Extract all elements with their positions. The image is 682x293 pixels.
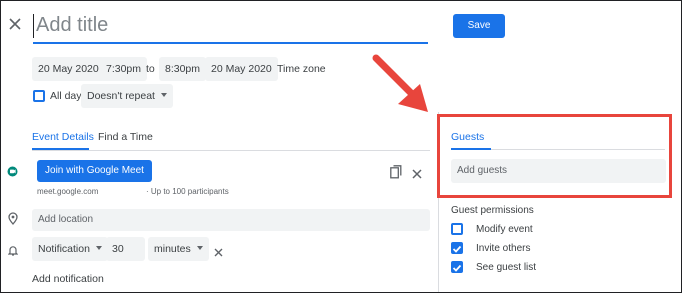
- modify-event-checkbox[interactable]: [451, 223, 463, 235]
- guests-highlight-box: [437, 114, 672, 198]
- end-date-picker[interactable]: 20 May 2020: [205, 57, 278, 81]
- repeat-dropdown[interactable]: Doesn't repeat: [81, 84, 173, 108]
- google-meet-icon: [7, 164, 18, 177]
- guests-tab[interactable]: Guests: [451, 131, 484, 143]
- timezone-link[interactable]: Time zone: [277, 63, 326, 75]
- guest-permissions-title: Guest permissions: [451, 205, 534, 216]
- end-time-picker[interactable]: 8:30pm: [159, 57, 207, 81]
- modify-event-label: Modify event: [476, 224, 533, 235]
- invite-others-checkbox[interactable]: [451, 242, 463, 254]
- tab-event-details[interactable]: Event Details: [32, 131, 94, 143]
- tabs-divider: [32, 150, 430, 151]
- notification-type-dropdown[interactable]: Notification: [32, 237, 108, 261]
- location-pin-icon: [8, 212, 18, 225]
- join-google-meet-button[interactable]: Join with Google Meet: [37, 160, 152, 182]
- see-guest-list-checkbox[interactable]: [451, 261, 463, 273]
- caret-down-icon: [196, 246, 203, 251]
- all-day-label: All day: [50, 90, 82, 102]
- location-input[interactable]: Add location: [32, 209, 430, 231]
- start-date-picker[interactable]: 20 May 2020: [32, 57, 105, 81]
- guests-tab-divider: [491, 149, 665, 150]
- meet-participants: · Up to 100 participants: [146, 187, 229, 196]
- add-notification-link[interactable]: Add notification: [32, 273, 104, 285]
- all-day-checkbox[interactable]: [33, 90, 45, 102]
- text-cursor: [33, 14, 34, 38]
- annotation-arrow: [372, 54, 428, 112]
- guests-tab-indicator: [451, 148, 491, 150]
- checkmark-icon: [452, 264, 462, 272]
- save-button[interactable]: Save: [453, 14, 505, 38]
- tab-find-a-time[interactable]: Find a Time: [98, 131, 153, 143]
- title-input[interactable]: Add title: [33, 8, 428, 44]
- see-guest-list-label: See guest list: [476, 262, 537, 273]
- remove-meet-icon[interactable]: [412, 166, 422, 179]
- close-icon[interactable]: [8, 17, 22, 31]
- notification-unit-dropdown[interactable]: minutes: [148, 237, 209, 261]
- copy-icon[interactable]: [390, 165, 402, 179]
- checkmark-icon: [452, 245, 462, 253]
- caret-down-icon: [95, 246, 102, 251]
- add-guests-input[interactable]: Add guests: [451, 159, 666, 183]
- invite-others-label: Invite others: [476, 243, 531, 254]
- date-separator: to: [146, 63, 155, 75]
- remove-notification-icon[interactable]: [214, 244, 223, 257]
- start-time-picker[interactable]: 7:30pm: [100, 57, 148, 81]
- bell-icon: [7, 243, 19, 256]
- notification-value-input[interactable]: 30: [106, 237, 145, 261]
- caret-down-icon: [160, 93, 167, 98]
- title-placeholder: Add title: [36, 14, 109, 36]
- meet-link[interactable]: meet.google.com: [37, 187, 98, 196]
